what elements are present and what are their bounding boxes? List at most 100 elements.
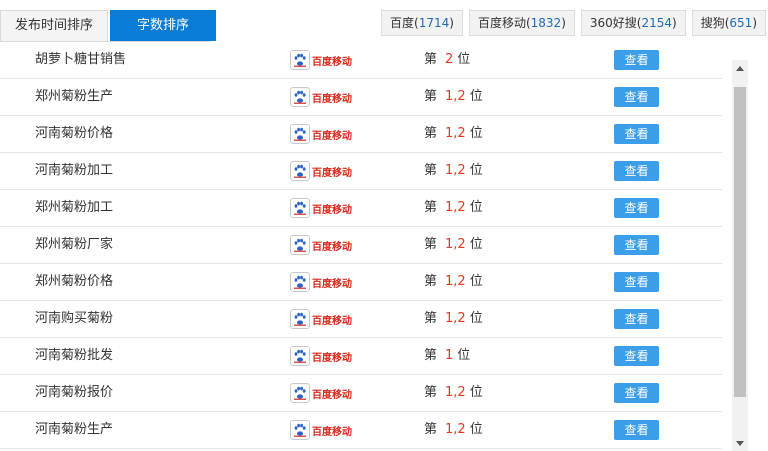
engine-baidu-mobile-button[interactable]: 百度移动(1832): [468, 10, 575, 36]
table-row: 胡萝卜糖甘销售 百度移动 第 2 位 查看: [0, 48, 722, 79]
tab-word-count-sort[interactable]: 字数排序: [110, 10, 217, 41]
rank-prefix: 第: [424, 274, 438, 289]
scrollbar-thumb[interactable]: [734, 87, 746, 397]
view-button[interactable]: 查看: [614, 198, 659, 218]
keyword-text: 郑州菊粉加工: [35, 200, 114, 215]
rank-prefix: 第: [424, 126, 438, 141]
table-row: 河南菊粉报价 百度移动 第 1,2 位 查看: [0, 375, 722, 412]
engine-count: 651: [729, 16, 753, 30]
source-badge: 百度移动: [290, 50, 352, 70]
rank-text: 第 1,2 位: [424, 116, 483, 152]
view-button[interactable]: 查看: [614, 272, 659, 292]
rank-prefix: 第: [424, 163, 438, 178]
rank-suffix: 位: [469, 126, 483, 141]
rank-suffix: 位: [469, 89, 483, 104]
view-button[interactable]: 查看: [614, 309, 659, 329]
rank-suffix: 位: [469, 422, 483, 437]
source-badge: 百度移动: [290, 198, 352, 218]
source-badge: 百度移动: [290, 87, 352, 107]
engine-sogou-button[interactable]: 搜狗(651): [691, 10, 766, 36]
rank-suffix: 位: [469, 200, 483, 215]
rank-text: 第 1,2 位: [424, 301, 483, 337]
engine-count: 2154: [641, 16, 673, 30]
view-button[interactable]: 查看: [614, 235, 659, 255]
rank-prefix: 第: [424, 237, 438, 252]
source-label: 百度移动: [312, 56, 352, 68]
view-button[interactable]: 查看: [614, 346, 659, 366]
rank-text: 第2位: [424, 48, 470, 78]
view-button[interactable]: 查看: [614, 50, 659, 70]
source-label: 百度移动: [312, 278, 352, 290]
rank-suffix: 位: [469, 311, 483, 326]
source-badge: 百度移动: [290, 161, 352, 181]
table-row: 郑州菊粉生产 百度移动 第 1,2 位 查看: [0, 79, 722, 116]
baidu-paw-icon: [290, 309, 310, 329]
rank-text: 第 1,2 位: [424, 153, 483, 189]
source-label: 百度移动: [312, 352, 352, 364]
rank-value: 1,2: [445, 163, 466, 178]
engine-name: 百度: [390, 16, 415, 30]
rank-prefix: 第: [424, 348, 438, 363]
engine-filters: 百度(1714) 百度移动(1832) 360好搜(2154) 搜狗(651): [381, 10, 766, 36]
keyword-text: 河南购买菊粉: [35, 311, 114, 326]
scroll-down-arrow-icon[interactable]: [732, 435, 748, 451]
tab-publish-time-sort[interactable]: 发布时间排序: [0, 10, 109, 41]
keyword-rank-list: 胡萝卜糖甘销售 百度移动第 2 位查看 郑州菊粉生产 百度移动第 1,2 位查看 河南菊粉价格百…: [0, 48, 728, 451]
table-row: 郑州菊粉厂家 百度移动 第 1,2 位 查看: [0, 227, 722, 264]
source-label: 百度移动: [312, 241, 352, 253]
keyword-text: 河南菊粉价格: [35, 126, 114, 141]
view-button[interactable]: 查看: [614, 161, 659, 181]
rank-text: 第1位: [424, 338, 470, 374]
baidu-paw-icon: [290, 383, 310, 403]
rank-text: 第 1,2 位: [424, 190, 483, 226]
sort-tabs: 发布时间排序 字数排序: [0, 10, 218, 42]
source-label: 百度移动: [312, 426, 352, 438]
view-button[interactable]: 查看: [614, 87, 659, 107]
source-label: 百度移动: [312, 93, 352, 105]
rank-value: 2: [445, 52, 454, 67]
keyword-text: 郑州菊粉价格: [35, 274, 114, 289]
engine-360-button[interactable]: 360好搜(2154): [580, 10, 686, 36]
rank-text: 第 1,2 位: [424, 227, 483, 263]
scroll-up-arrow-icon[interactable]: [732, 60, 748, 76]
table-row: 郑州菊粉加工 百度移动 第 1,2 位 查看: [0, 190, 722, 227]
engine-name: 360好搜: [589, 16, 637, 30]
rank-value: 1,2: [445, 274, 466, 289]
engine-name: 百度移动: [477, 16, 526, 30]
view-button[interactable]: 查看: [614, 383, 659, 403]
rank-suffix: 位: [469, 385, 483, 400]
rank-value: 1,2: [445, 237, 466, 252]
view-button[interactable]: 查看: [614, 124, 659, 144]
rank-value: 1,2: [445, 311, 466, 326]
baidu-paw-icon: [290, 161, 310, 181]
keyword-text: 郑州菊粉生产: [35, 89, 114, 104]
rank-text: 第 1,2 位: [424, 264, 483, 300]
rank-value: 1: [445, 348, 454, 363]
source-label: 百度移动: [312, 167, 352, 179]
engine-count: 1714: [418, 16, 450, 30]
baidu-paw-icon: [290, 50, 310, 70]
engine-count: 1832: [530, 16, 562, 30]
rank-suffix: 位: [457, 348, 471, 363]
baidu-paw-icon: [290, 346, 310, 366]
rank-prefix: 第: [424, 422, 438, 437]
rank-suffix: 位: [469, 163, 483, 178]
source-label: 百度移动: [312, 130, 352, 142]
source-badge: 百度移动: [290, 124, 352, 144]
source-badge: 百度移动: [290, 235, 352, 255]
baidu-paw-icon: [290, 420, 310, 440]
rank-prefix: 第: [424, 89, 438, 104]
rank-prefix: 第: [424, 385, 438, 400]
table-row: 河南菊粉批发 百度移动 第 1 位 查看: [0, 338, 722, 375]
rank-value: 1,2: [445, 89, 466, 104]
engine-baidu-button[interactable]: 百度(1714): [381, 10, 463, 36]
source-badge: 百度移动: [290, 309, 352, 329]
rank-suffix: 位: [457, 52, 471, 67]
view-button[interactable]: 查看: [614, 420, 659, 440]
rank-value: 1,2: [445, 385, 466, 400]
table-row: 郑州菊粉价格 百度移动 第 1,2 位 查看: [0, 264, 722, 301]
list-scrollbar[interactable]: [732, 60, 748, 451]
source-label: 百度移动: [312, 315, 352, 327]
table-row: 河南菊粉生产 百度移动 第 1,2 位 查看: [0, 412, 722, 449]
rank-value: 1,2: [445, 422, 466, 437]
